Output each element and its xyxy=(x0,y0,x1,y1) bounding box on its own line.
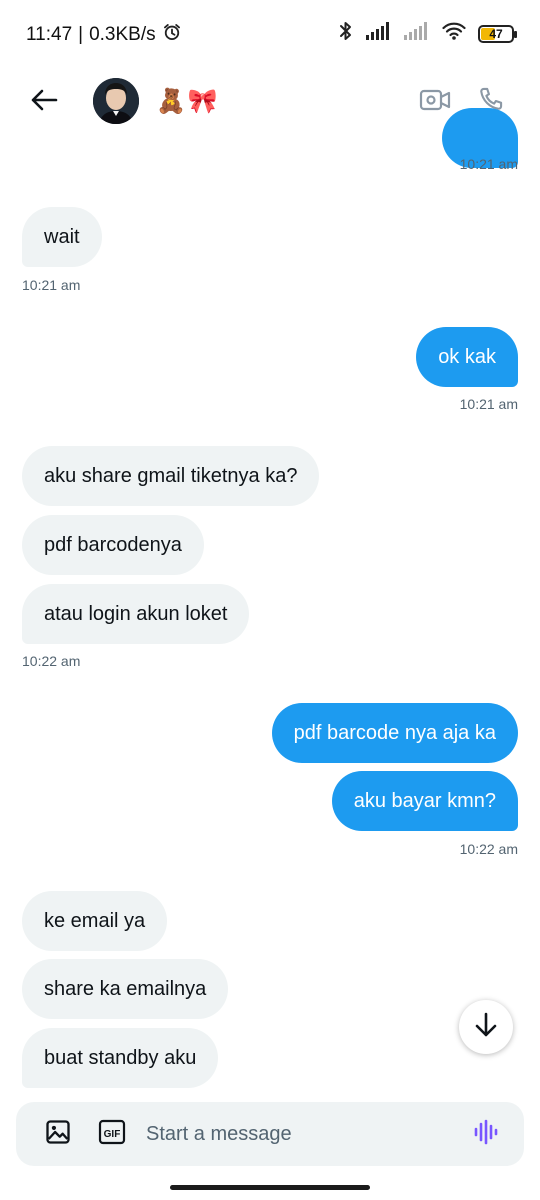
message-bubble-incoming[interactable]: pdf barcodenya xyxy=(22,515,204,575)
home-indicator[interactable] xyxy=(170,1185,370,1190)
message-text: wait xyxy=(44,225,80,248)
message-timestamp: 10:21 am xyxy=(459,156,518,172)
voice-message-icon xyxy=(472,1118,500,1151)
message-bubble-incoming[interactable]: ke email ya xyxy=(22,891,168,951)
status-left: 11:47 | 0.3KB/s xyxy=(26,22,182,48)
message-text: share ka emailnya xyxy=(44,977,207,1000)
voice-message-button[interactable] xyxy=(470,1118,502,1150)
message-bubble-incoming[interactable]: buat standby aku xyxy=(22,1028,219,1088)
status-separator: | xyxy=(78,24,84,45)
message-bubble-outgoing[interactable]: ok kak xyxy=(416,327,518,387)
message-bubble-incoming[interactable]: wait xyxy=(22,207,102,267)
media-button[interactable] xyxy=(42,1118,74,1150)
message-bubble-incoming[interactable]: share ka emailnya xyxy=(22,959,229,1019)
status-right: 47 xyxy=(338,20,517,47)
signal-icon-secondary xyxy=(404,22,430,45)
message-bubble-outgoing[interactable]: pdf barcode nya aja ka xyxy=(271,703,518,763)
message-composer: GIF xyxy=(16,1102,524,1166)
message-timestamp: 10:22 am xyxy=(22,653,81,669)
alarm-icon xyxy=(162,22,182,48)
message-text: atau login akun loket xyxy=(44,602,228,625)
signal-icon xyxy=(366,22,392,45)
bluetooth-icon xyxy=(338,20,354,47)
avatar[interactable] xyxy=(93,78,139,124)
message-timestamp: 10:21 am xyxy=(459,396,518,412)
message-bubble-incoming[interactable]: atau login akun loket xyxy=(22,584,250,644)
gif-label: GIF xyxy=(104,1129,121,1140)
message-timestamp: 10:22 am xyxy=(459,841,518,857)
message-bubble-outgoing[interactable]: aku bayar kmn? xyxy=(331,771,518,831)
video-call-icon xyxy=(419,87,451,118)
status-time: 11:47 xyxy=(26,24,73,45)
arrow-down-icon xyxy=(474,1012,498,1043)
contact-name[interactable]: 🧸🎀 xyxy=(156,88,220,116)
battery-icon: 47 xyxy=(478,24,517,43)
message-text: buat standby aku xyxy=(44,1046,197,1069)
scroll-to-bottom-button[interactable] xyxy=(459,1000,513,1054)
status-bar: 11:47 | 0.3KB/s 47 xyxy=(0,0,540,64)
message-text: aku share gmail tiketnya ka? xyxy=(44,464,298,487)
gif-button[interactable]: GIF xyxy=(96,1118,128,1150)
message-text: aku bayar kmn? xyxy=(353,789,496,812)
message-text: ok kak xyxy=(438,345,496,368)
media-icon xyxy=(44,1118,72,1151)
back-button[interactable] xyxy=(26,86,62,118)
message-text: pdf barcodenya xyxy=(44,533,182,556)
network-speed: 0.3KB/s xyxy=(89,24,156,45)
message-bubble-incoming[interactable]: aku share gmail tiketnya ka? xyxy=(22,446,320,506)
message-input[interactable] xyxy=(146,1116,456,1152)
message-text: ke email ya xyxy=(44,909,146,932)
battery-level: 47 xyxy=(489,26,503,41)
wifi-icon xyxy=(442,22,466,45)
gif-icon: GIF xyxy=(98,1118,126,1151)
back-arrow-icon xyxy=(30,88,58,117)
message-timestamp: 10:21 am xyxy=(22,277,81,293)
video-call-button[interactable] xyxy=(417,84,453,120)
message-text: pdf barcode nya aja ka xyxy=(293,721,496,744)
